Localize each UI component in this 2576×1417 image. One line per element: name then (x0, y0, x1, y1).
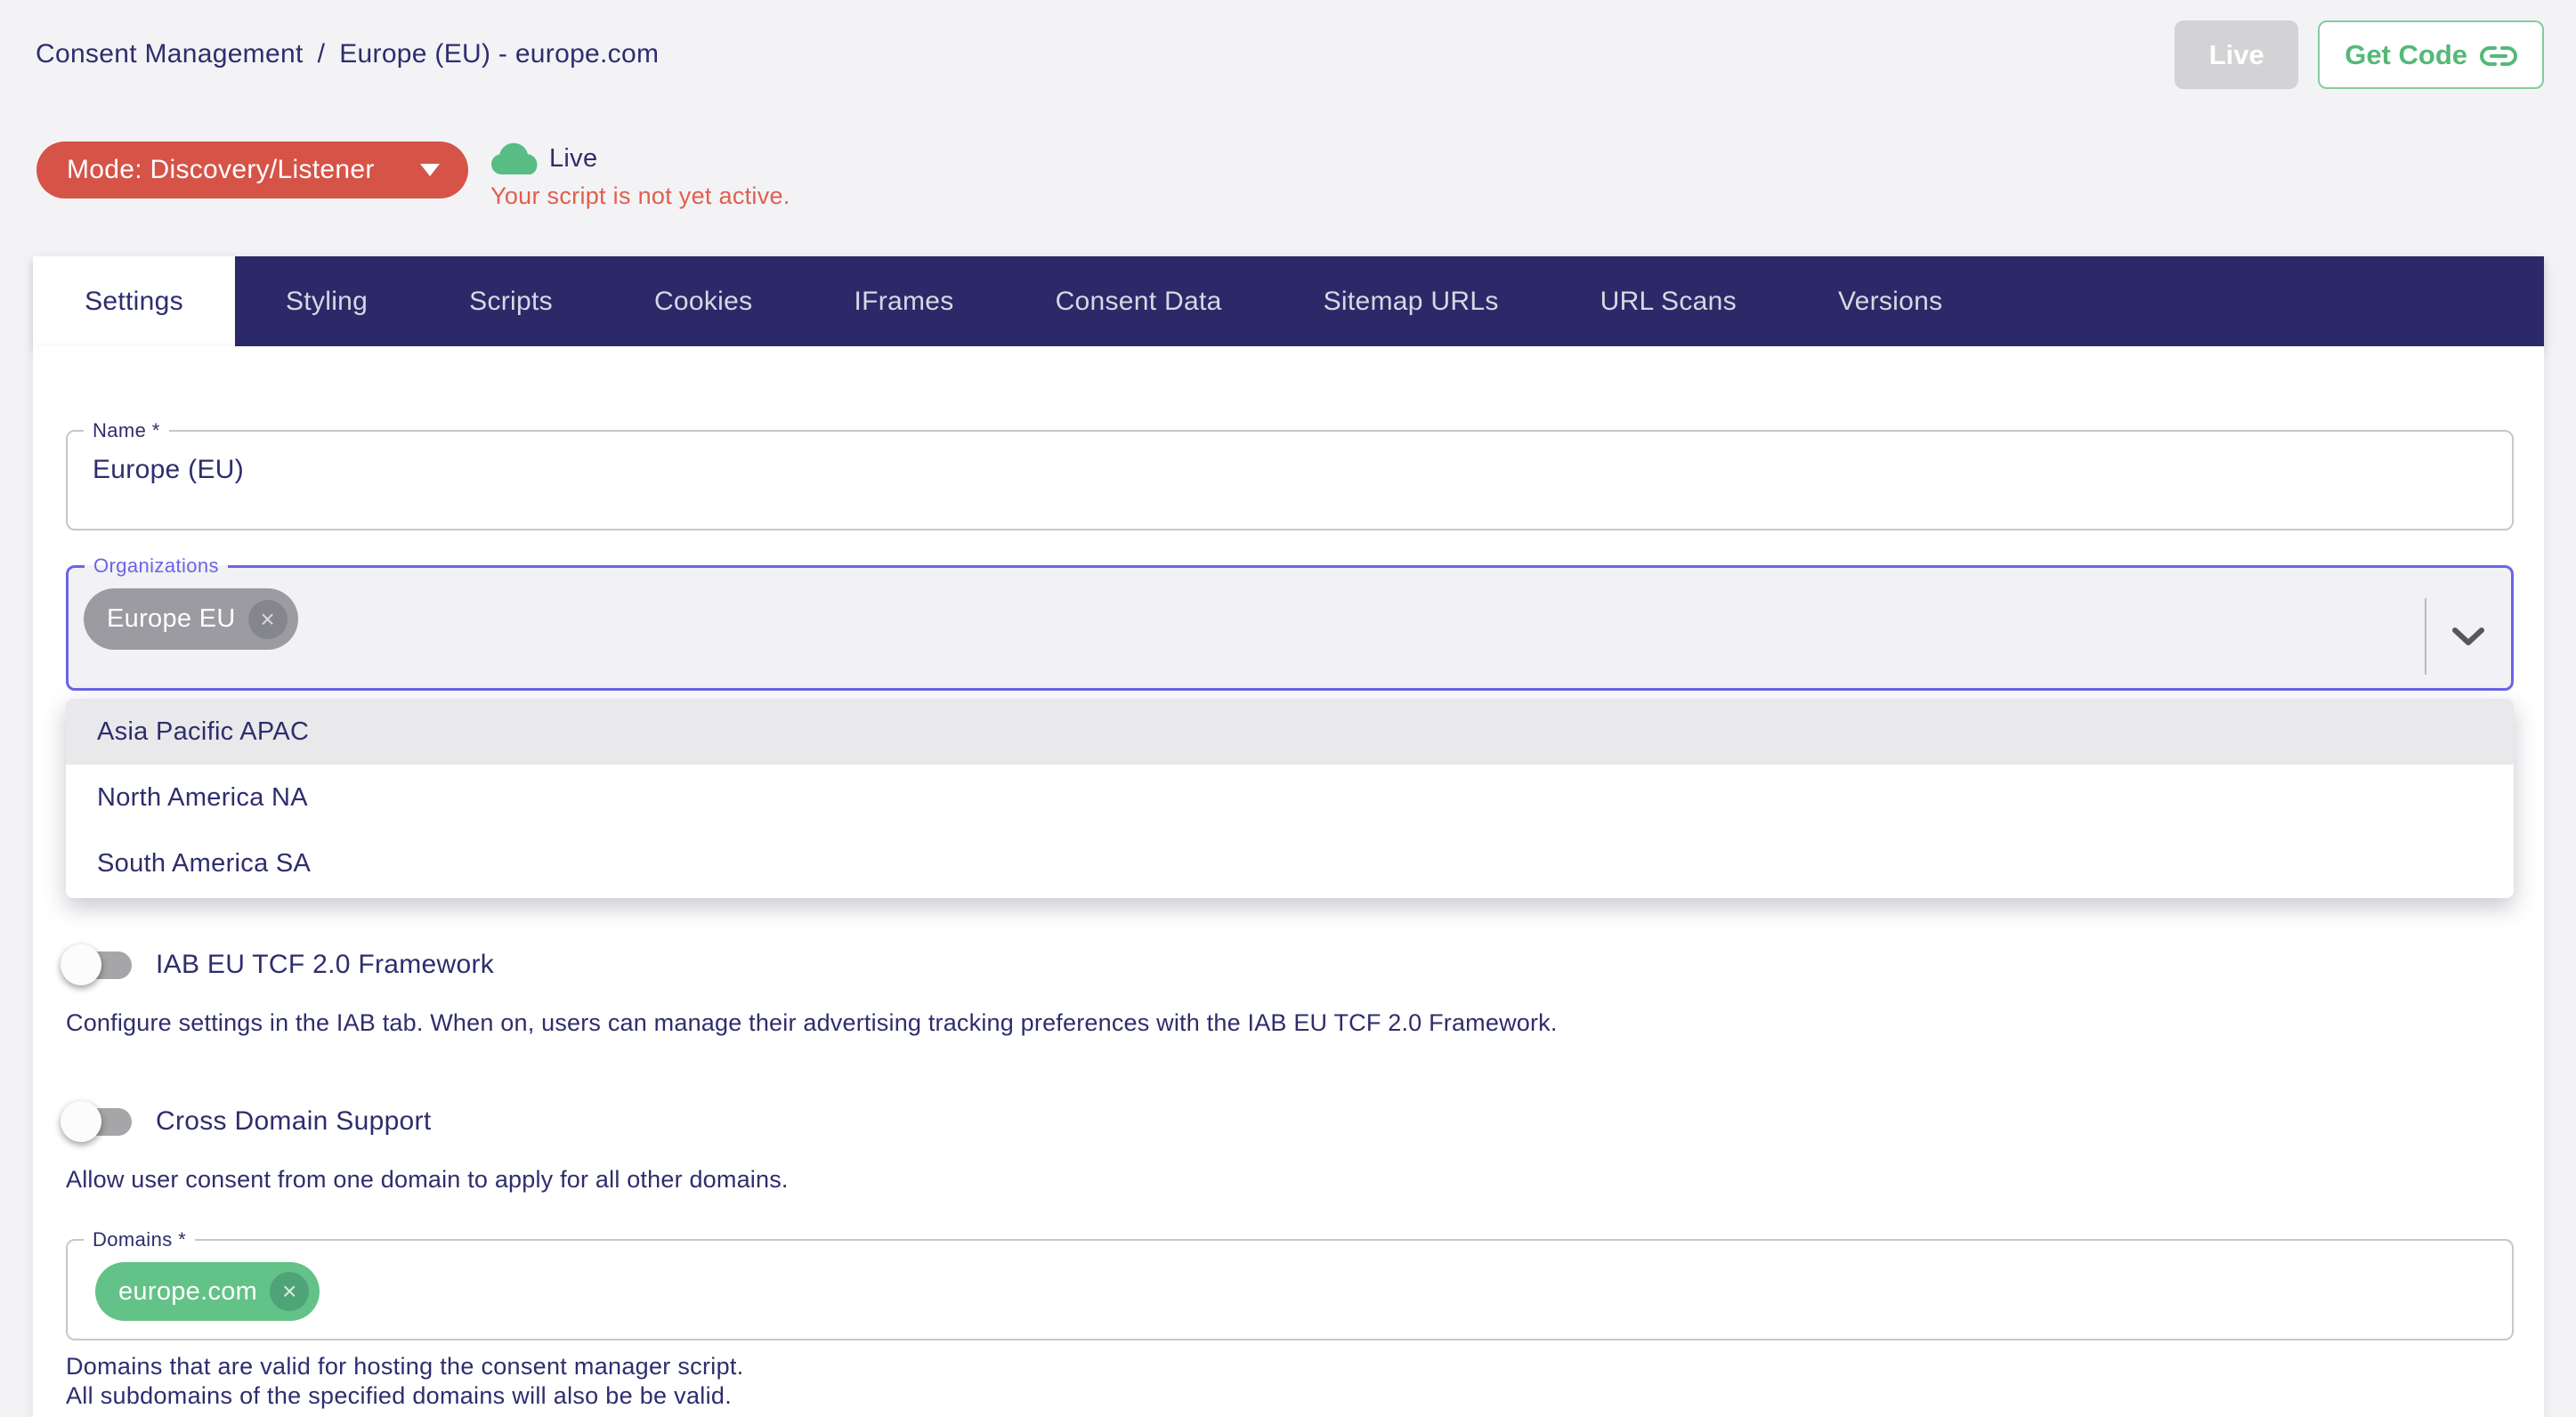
organizations-dropdown-toggle[interactable] (2450, 624, 2487, 649)
cross-domain-toggle[interactable] (61, 1101, 132, 1143)
chevron-down-icon (2450, 624, 2487, 649)
header-actions: Live Get Code (2175, 20, 2544, 89)
toggle-knob (61, 1101, 101, 1142)
toggle-knob (61, 944, 101, 985)
breadcrumb-section[interactable]: Consent Management (36, 39, 304, 69)
domain-chip: europe.com × (95, 1262, 320, 1321)
organizations-field-label: Organizations (85, 555, 228, 578)
organizations-field[interactable]: Organizations Europe EU × (66, 555, 2514, 691)
cross-domain-toggle-row: Cross Domain Support (61, 1100, 431, 1143)
domains-helper-line2: All subdomains of the specified domains … (66, 1381, 743, 1411)
select-divider (2425, 598, 2426, 675)
name-field-label: Name * (84, 419, 169, 442)
cross-domain-description: Allow user consent from one domain to ap… (66, 1166, 789, 1194)
mode-dropdown-label: Mode: Discovery/Listener (67, 155, 375, 185)
cross-domain-label: Cross Domain Support (156, 1106, 431, 1137)
iab-framework-description: Configure settings in the IAB tab. When … (66, 1009, 1558, 1037)
domains-helper-line1: Domains that are valid for hosting the c… (66, 1352, 743, 1381)
tab-versions[interactable]: Versions (1787, 256, 1993, 346)
breadcrumb: Consent Management / Europe (EU) - europ… (36, 39, 659, 69)
remove-domain-button[interactable]: × (270, 1272, 309, 1311)
status-live-label: Live (549, 144, 597, 174)
option-north-america-na[interactable]: North America NA (66, 765, 2514, 830)
breadcrumb-separator: / (318, 39, 326, 69)
tab-consent-data[interactable]: Consent Data (1005, 256, 1273, 346)
organization-chip-label: Europe EU (107, 604, 236, 634)
domains-helper-text: Domains that are valid for hosting the c… (66, 1352, 743, 1411)
domain-chip-label: europe.com (118, 1277, 257, 1307)
status-warning-text: Your script is not yet active. (490, 182, 790, 210)
consent-config-panel: Settings Styling Scripts Cookies IFrames… (33, 256, 2544, 1417)
breadcrumb-page: Europe (EU) - europe.com (339, 39, 659, 69)
remove-organization-button[interactable]: × (248, 600, 288, 639)
iab-framework-label: IAB EU TCF 2.0 Framework (156, 950, 494, 980)
tab-iframes[interactable]: IFrames (803, 256, 1004, 346)
get-code-label: Get Code (2345, 39, 2467, 71)
domains-field[interactable]: Domains * europe.com × (66, 1228, 2514, 1340)
domains-field-label: Domains * (84, 1228, 195, 1251)
settings-tab-content: Name * Organizations Europe EU × (33, 346, 2544, 1417)
organizations-dropdown-list: Asia Pacific APAC North America NA South… (66, 699, 2514, 898)
option-asia-pacific-apac[interactable]: Asia Pacific APAC (66, 699, 2514, 765)
name-field[interactable]: Name * (66, 419, 2514, 530)
tab-cookies[interactable]: Cookies (603, 256, 803, 346)
get-code-button[interactable]: Get Code (2318, 20, 2544, 89)
link-icon (2480, 42, 2517, 69)
tab-bar: Settings Styling Scripts Cookies IFrames… (33, 256, 2544, 346)
mode-status-row: Mode: Discovery/Listener Live Your scrip… (36, 142, 790, 210)
caret-down-icon (420, 164, 440, 176)
cloud-icon (490, 142, 538, 175)
organization-chip: Europe EU × (84, 588, 298, 650)
iab-toggle-row: IAB EU TCF 2.0 Framework (61, 943, 494, 986)
tab-scripts[interactable]: Scripts (418, 256, 603, 346)
name-input[interactable] (93, 455, 2407, 485)
script-status: Live Your script is not yet active. (490, 142, 790, 210)
tab-sitemap-urls[interactable]: Sitemap URLs (1273, 256, 1550, 346)
tab-styling[interactable]: Styling (235, 256, 418, 346)
option-south-america-sa[interactable]: South America SA (66, 830, 2514, 896)
iab-framework-toggle[interactable] (61, 944, 132, 986)
tab-url-scans[interactable]: URL Scans (1550, 256, 1787, 346)
tab-settings[interactable]: Settings (33, 256, 235, 346)
mode-dropdown-button[interactable]: Mode: Discovery/Listener (36, 142, 468, 198)
live-button[interactable]: Live (2175, 20, 2298, 89)
